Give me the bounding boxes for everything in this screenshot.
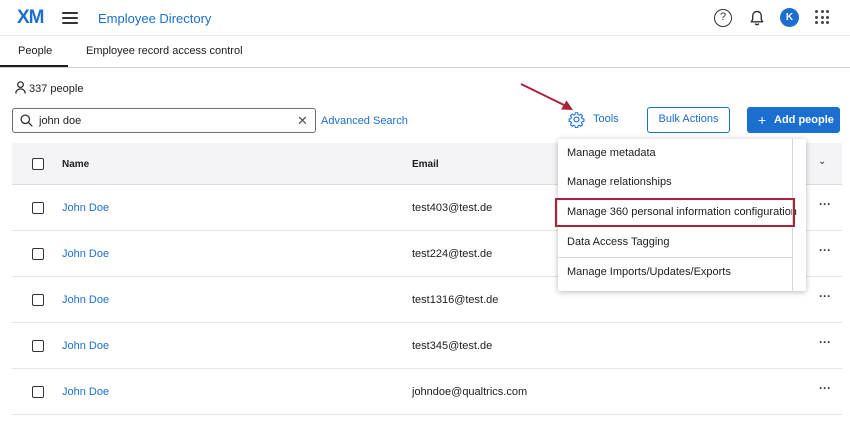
row-checkbox[interactable]: [32, 340, 44, 352]
column-header-name[interactable]: Name: [62, 159, 89, 170]
search-box[interactable]: ✕: [12, 108, 316, 133]
person-name-link[interactable]: John Doe: [62, 202, 109, 214]
tab-bar: People Employee record access control: [0, 36, 850, 68]
menu-item-manage-imports-updates-exports[interactable]: Manage Imports/Updates/Exports: [558, 258, 792, 287]
gear-icon: [568, 112, 585, 128]
bell-icon[interactable]: [748, 9, 766, 27]
row-actions-icon[interactable]: ···: [819, 243, 831, 257]
hamburger-menu-icon[interactable]: [62, 12, 78, 24]
row-checkbox[interactable]: [32, 202, 44, 214]
search-icon: [20, 114, 33, 127]
app-grid-icon[interactable]: [815, 10, 829, 24]
person-name-link[interactable]: John Doe: [62, 294, 109, 306]
person-email: johndoe@qualtrics.com: [412, 386, 528, 398]
annotation-arrow-icon: [520, 83, 573, 110]
menu-item-manage-metadata[interactable]: Manage metadata: [558, 139, 792, 168]
highlight-annotation-box: [555, 198, 795, 227]
person-name-link[interactable]: John Doe: [62, 248, 109, 260]
person-email: test403@test.de: [412, 202, 493, 214]
add-people-button[interactable]: + Add people: [747, 107, 840, 133]
search-input[interactable]: [39, 113, 289, 129]
person-email: test1316@test.de: [412, 294, 499, 306]
table-row: John Doe johndoe@qualtrics.com ···: [12, 369, 842, 415]
top-bar: XM Employee Directory ? K: [0, 0, 850, 36]
row-actions-icon[interactable]: ···: [819, 197, 831, 211]
app-title[interactable]: Employee Directory: [98, 11, 211, 26]
person-email: test224@test.de: [412, 248, 493, 260]
tab-employee-record-access-control[interactable]: Employee record access control: [86, 45, 243, 57]
active-tab-indicator: [0, 65, 68, 67]
person-name-link[interactable]: John Doe: [62, 340, 109, 352]
advanced-search-link[interactable]: Advanced Search: [321, 115, 408, 127]
row-actions-icon[interactable]: ···: [819, 289, 831, 303]
bulk-actions-button[interactable]: Bulk Actions: [647, 107, 730, 133]
plus-icon: +: [758, 112, 767, 128]
row-checkbox[interactable]: [32, 294, 44, 306]
tools-label: Tools: [593, 113, 619, 125]
xm-logo[interactable]: XM: [17, 7, 44, 29]
row-checkbox[interactable]: [32, 248, 44, 260]
table-row: John Doe test345@test.de ···: [12, 323, 842, 369]
menu-item-manage-relationships[interactable]: Manage relationships: [558, 168, 792, 197]
help-icon[interactable]: ?: [714, 9, 732, 27]
columns-chevron-down-icon[interactable]: ⌄: [818, 156, 826, 167]
person-icon: [15, 81, 26, 94]
clear-search-icon[interactable]: ✕: [297, 113, 308, 129]
add-people-label: Add people: [774, 114, 834, 126]
people-count: 337 people: [29, 83, 84, 95]
tab-people[interactable]: People: [18, 45, 52, 57]
person-email: test345@test.de: [412, 340, 493, 352]
row-actions-icon[interactable]: ···: [819, 381, 831, 395]
row-actions-icon[interactable]: ···: [819, 335, 831, 349]
column-header-email[interactable]: Email: [412, 159, 439, 170]
row-checkbox[interactable]: [32, 386, 44, 398]
user-avatar[interactable]: K: [780, 8, 799, 27]
select-all-checkbox[interactable]: [32, 158, 44, 170]
person-name-link[interactable]: John Doe: [62, 386, 109, 398]
menu-item-data-access-tagging[interactable]: Data Access Tagging: [558, 228, 792, 257]
